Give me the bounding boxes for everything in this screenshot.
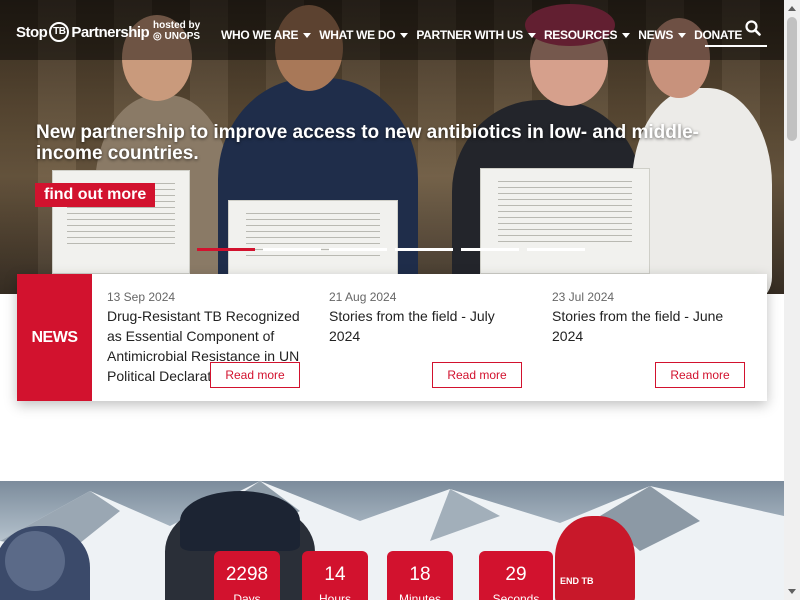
countdown-seconds: 29 Seconds [479,551,553,600]
climber-1-head [5,531,65,591]
chevron-down-icon [527,32,536,38]
caret-down-icon [788,589,796,594]
hero-document-2 [228,200,398,280]
countdown-label: Days [233,592,261,600]
caret-up-icon [788,6,796,11]
countdown-value: 18 [409,564,431,585]
logo-tb-badge: TB [49,22,70,42]
slider-pagination [197,248,585,251]
unops-text: UNOPS [164,31,201,42]
nav-who-we-are[interactable]: WHO WE ARE [221,28,312,42]
nav-what-we-do[interactable]: WHAT WE DO [319,28,409,42]
logo-text-stop: Stop [16,23,48,41]
news-date: 23 Jul 2024 [552,290,615,304]
read-more-button[interactable]: Read more [210,362,300,388]
nav-partner-with-us[interactable]: PARTNER WITH US [416,28,536,42]
countdown-value: 14 [324,564,346,585]
countdown-value: 2298 [225,564,269,585]
slider-dot-3[interactable] [329,248,387,251]
nav-label: PARTNER WITH US [416,28,523,42]
chevron-down-icon [622,32,631,38]
end-tb-banner: END TB [560,576,594,586]
chevron-down-icon [303,32,312,38]
countdown-minutes: 18 Minutes [387,551,453,600]
unops-label: ◎ UNOPS [153,31,201,42]
countdown-label: Minutes [398,592,442,600]
main-nav: WHO WE ARE WHAT WE DO PARTNER WITH US RE… [221,28,742,42]
hero-person-4 [632,88,772,294]
chevron-down-icon [400,32,409,38]
site-logo[interactable]: Stop TB Partnership [16,22,150,42]
countdown-days: 2298 Days [214,551,280,600]
countdown-value: 29 [505,564,527,585]
end-tb-text: END TB [560,576,594,586]
news-strip: NEWS 13 Sep 2024 Drug-Resistant TB Recog… [17,274,767,401]
find-out-more-button[interactable]: find out more [35,183,156,207]
search-icon [745,20,761,36]
hosted-by-label: hosted by [153,20,201,31]
scrollbar-thumb[interactable] [787,17,797,141]
read-more-button[interactable]: Read more [432,362,522,388]
news-item: 13 Sep 2024 Drug-Resistant TB Recognized… [107,274,307,401]
hosted-by-unops[interactable]: hosted by ◎ UNOPS [153,20,200,42]
countdown-label: Seconds [492,592,540,600]
news-date: 13 Sep 2024 [107,290,176,304]
hero-banner: Stop TB Partnership hosted by ◎ UNOPS WH… [0,0,784,294]
nav-news[interactable]: NEWS [638,28,687,42]
news-item: 21 Aug 2024 Stories from the field - Jul… [329,274,529,401]
news-date: 21 Aug 2024 [329,290,397,304]
search-button[interactable] [705,14,767,47]
countdown-label: Hours [318,592,351,600]
slider-dot-1[interactable] [197,248,255,251]
logo-text-partnership: Partnership [71,23,150,41]
slider-dot-5[interactable] [461,248,519,251]
nav-resources[interactable]: RESOURCES [543,28,631,42]
hero-headline: New partnership to improve access to new… [36,122,700,164]
slider-dot-4[interactable] [395,248,453,251]
nav-label: WHAT WE DO [319,28,396,42]
news-item: 23 Jul 2024 Stories from the field - Jun… [552,274,752,401]
hero-document-3 [480,168,650,274]
slider-dot-2[interactable] [263,248,321,251]
scroll-down-arrow[interactable] [784,583,800,600]
chevron-down-icon [678,32,687,38]
news-tag: NEWS [17,274,92,401]
nav-label: NEWS [638,28,674,42]
read-more-button[interactable]: Read more [655,362,745,388]
scroll-up-arrow[interactable] [784,0,800,17]
slider-dot-6[interactable] [527,248,585,251]
climber-3 [555,516,635,600]
nav-label: RESOURCES [543,28,618,42]
page-scrollbar[interactable] [784,0,800,600]
nav-label: WHO WE ARE [221,28,299,42]
climber-2-cap [180,491,300,551]
countdown-hours: 14 Hours [302,551,368,600]
